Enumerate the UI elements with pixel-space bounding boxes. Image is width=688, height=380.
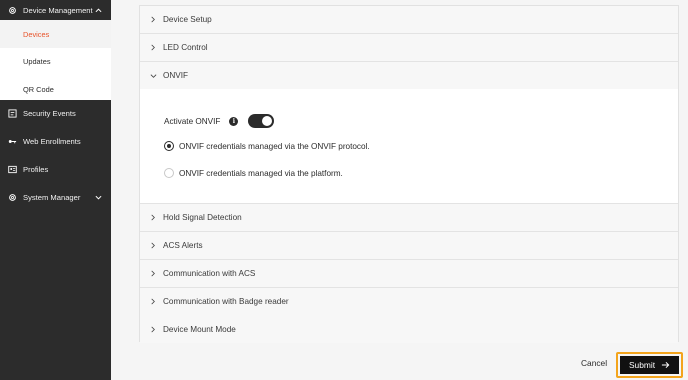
accordion-label: ACS Alerts (163, 241, 203, 250)
chevron-right-icon (149, 44, 157, 52)
sidebar-item-updates[interactable]: Updates (0, 47, 111, 75)
activate-onvif-label: Activate ONVIF (164, 116, 221, 126)
sidebar-item-system-manager[interactable]: System Manager (0, 185, 111, 209)
accordion-hold-signal-detection[interactable]: Hold Signal Detection (140, 204, 678, 232)
chevron-right-icon (149, 242, 157, 250)
settings-accordion: Device Setup LED Control ONVIF Activate … (139, 5, 679, 343)
submit-button[interactable]: Submit (620, 356, 679, 374)
accordion-device-mount-mode[interactable]: Device Mount Mode (140, 315, 678, 343)
sidebar-item-label: Web Enrollments (23, 136, 81, 146)
accordion-communication-with-acs[interactable]: Communication with ACS (140, 260, 678, 288)
accordion-label: ONVIF (163, 71, 189, 80)
radio-checked-icon (164, 141, 174, 151)
accordion-device-setup[interactable]: Device Setup (140, 6, 678, 34)
sidebar-item-label: Profiles (23, 164, 49, 174)
accordion-label: Hold Signal Detection (163, 213, 242, 222)
sidebar-item-profiles[interactable]: Profiles (0, 157, 111, 181)
gear-icon (8, 193, 17, 202)
chevron-down-icon (149, 72, 157, 80)
sidebar-item-qr-code[interactable]: QR Code (0, 75, 111, 103)
chevron-right-icon (149, 214, 157, 222)
profile-card-icon (8, 165, 17, 174)
activate-onvif-toggle[interactable] (248, 114, 275, 128)
chevron-right-icon (149, 298, 157, 306)
cancel-button[interactable]: Cancel (581, 358, 607, 368)
accordion-label: Communication with ACS (163, 269, 256, 278)
accordion-label: Communication with Badge reader (163, 297, 289, 306)
accordion-led-control[interactable]: LED Control (140, 34, 678, 62)
sidebar-item-security-events[interactable]: Security Events (0, 101, 111, 125)
submit-label: Submit (628, 360, 656, 370)
toggle-knob (262, 116, 273, 126)
gear-icon (8, 6, 17, 15)
sidebar-item-label: Device Management (23, 5, 93, 15)
chevron-right-icon (149, 270, 157, 278)
device-management-submenu: Devices Updates QR Code (0, 20, 111, 100)
info-icon[interactable]: i (229, 116, 239, 126)
accordion-onvif[interactable]: ONVIF (140, 62, 678, 90)
sidebar-item-web-enrollments[interactable]: Web Enrollments (0, 129, 111, 153)
radio-unchecked-icon (164, 168, 174, 178)
sidebar-item-label: Security Events (23, 108, 76, 118)
enroll-icon (8, 137, 17, 146)
activate-onvif-row: Activate ONVIF i (164, 111, 275, 131)
arrow-right-icon (661, 361, 670, 369)
accordion-label: Device Mount Mode (163, 324, 236, 334)
sidebar-item-label: System Manager (23, 192, 81, 202)
accordion-label: Device Setup (163, 15, 212, 24)
sidebar-item-device-management[interactable]: Device Management (0, 0, 111, 20)
alert-list-icon (8, 108, 17, 118)
accordion-acs-alerts[interactable]: ACS Alerts (140, 232, 678, 260)
radio-option-protocol[interactable]: ONVIF credentials managed via the ONVIF … (164, 138, 370, 154)
accordion-label: LED Control (163, 43, 208, 52)
radio-option-platform[interactable]: ONVIF credentials managed via the platfo… (164, 165, 343, 181)
chevron-right-icon (149, 325, 157, 333)
chevron-right-icon (149, 16, 157, 24)
sidebar: Device Management Devices Updates QR Cod… (0, 0, 111, 380)
sidebar-item-devices[interactable]: Devices (0, 20, 111, 48)
radio-option-label: ONVIF credentials managed via the ONVIF … (179, 141, 370, 151)
onvif-settings-body: Activate ONVIF i ONVIF credentials manag… (140, 89, 678, 204)
chevron-up-icon (94, 6, 102, 14)
chevron-down-icon (94, 193, 102, 201)
radio-option-label: ONVIF credentials managed via the platfo… (179, 168, 343, 178)
accordion-communication-with-badge-reader[interactable]: Communication with Badge reader (140, 288, 678, 316)
